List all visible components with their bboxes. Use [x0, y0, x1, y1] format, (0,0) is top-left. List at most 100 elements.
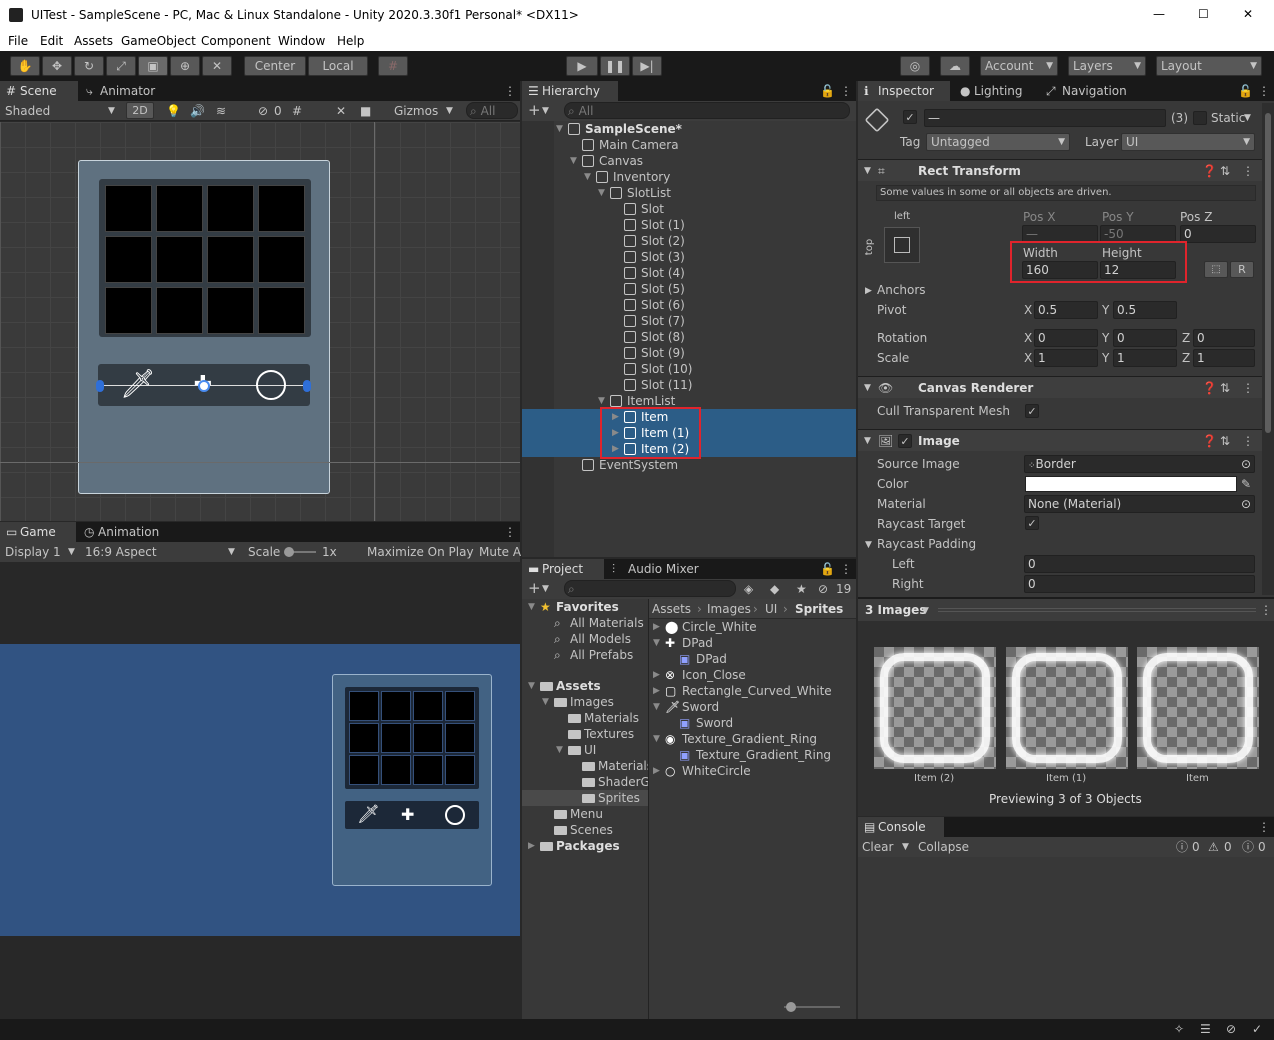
- scale-tool-button[interactable]: ⤢: [106, 56, 136, 76]
- slider-thumb[interactable]: [284, 547, 294, 557]
- project-asset-row[interactable]: ▣ Sword: [649, 715, 856, 731]
- camera-icon[interactable]: ■: [360, 103, 371, 119]
- project-folder-row[interactable]: Textures: [522, 726, 648, 742]
- project-folder-row[interactable]: ⌕ All Prefabs: [522, 647, 648, 663]
- project-folder-row[interactable]: Menu: [522, 806, 648, 822]
- project-asset-row[interactable]: ▼ ✚ DPad: [649, 635, 856, 651]
- preview-drag-bar[interactable]: [938, 608, 1256, 612]
- tab-scene[interactable]: # Scene: [0, 81, 78, 101]
- foldout-arrow-icon[interactable]: ▶: [865, 283, 872, 299]
- foldout-expanded-icon[interactable]: ▼: [542, 694, 549, 710]
- object-picker-icon[interactable]: ⊙: [1241, 456, 1251, 472]
- image-enabled-checkbox[interactable]: ✓: [898, 434, 912, 448]
- effects-toggle-icon[interactable]: ≋: [216, 103, 226, 119]
- tab-project[interactable]: ▬ Project: [522, 559, 604, 579]
- project-folder-row[interactable]: ⌕ All Materials: [522, 615, 648, 631]
- hierarchy-row[interactable]: Slot (7): [522, 313, 856, 329]
- mute-audio-toggle[interactable]: Mute A: [479, 544, 521, 560]
- hierarchy-row[interactable]: Slot (8): [522, 329, 856, 345]
- source-image-field[interactable]: ⁘Border ⊙: [1024, 455, 1255, 473]
- kebab-menu-icon[interactable]: ⋮: [1258, 819, 1270, 835]
- hierarchy-row[interactable]: Slot (11): [522, 377, 856, 393]
- preview-header-label[interactable]: 3 Images: [865, 602, 926, 618]
- gizmos-dropdown[interactable]: Gizmos: [394, 103, 438, 119]
- debug-off-icon[interactable]: ✧: [1174, 1021, 1184, 1037]
- project-folder-row[interactable]: ▼ UI: [522, 742, 648, 758]
- cache-icon[interactable]: ☰: [1200, 1021, 1211, 1037]
- foldout-expanded-icon[interactable]: ▼: [653, 731, 660, 747]
- hierarchy-row[interactable]: Slot (2): [522, 233, 856, 249]
- kebab-menu-icon[interactable]: ⋮: [504, 524, 516, 540]
- hierarchy-row[interactable]: Slot (6): [522, 297, 856, 313]
- warning-filter-icon[interactable]: ⚠: [1208, 839, 1219, 855]
- foldout-collapsed-icon[interactable]: ▶: [653, 667, 660, 683]
- hierarchy-row[interactable]: Slot: [522, 201, 856, 217]
- foldout-expanded-icon[interactable]: ▼: [570, 153, 577, 169]
- object-name-input[interactable]: —: [924, 109, 1166, 127]
- pivot-local-button[interactable]: Local: [308, 56, 368, 76]
- tab-inspector[interactable]: ℹ Inspector: [858, 81, 950, 101]
- kebab-menu-icon[interactable]: ⋮: [840, 561, 852, 577]
- project-asset-row[interactable]: ▣ DPad: [649, 651, 856, 667]
- project-search-input[interactable]: ⌕: [564, 580, 736, 597]
- pause-button[interactable]: ❚❚: [600, 56, 630, 76]
- project-folder-row[interactable]: Sprites: [522, 790, 648, 806]
- object-picker-icon[interactable]: ⊙: [1241, 496, 1251, 512]
- chevron-down-icon[interactable]: ▼: [902, 839, 909, 855]
- scale-y-field[interactable]: 1: [1113, 349, 1177, 367]
- tag-dropdown[interactable]: Untagged ▼: [926, 133, 1070, 151]
- rot-y-field[interactable]: 0: [1113, 329, 1177, 347]
- grid-snap-button[interactable]: #: [378, 56, 408, 76]
- layers-dropdown[interactable]: Layers ▼: [1068, 56, 1146, 76]
- inspector-scrollbar[interactable]: [1262, 103, 1274, 595]
- tab-animator[interactable]: ⤷ Animator: [80, 81, 170, 101]
- tools-icon[interactable]: ✕: [336, 103, 346, 119]
- project-asset-row[interactable]: ▣ Texture_Gradient_Ring: [649, 747, 856, 763]
- scale-z-field[interactable]: 1: [1193, 349, 1255, 367]
- maximize-on-play-toggle[interactable]: Maximize On Play: [367, 544, 474, 560]
- hierarchy-row[interactable]: ▼ SlotList: [522, 185, 856, 201]
- foldout-arrow-icon[interactable]: ▼: [865, 537, 872, 553]
- kebab-menu-icon[interactable]: ⋮: [1260, 602, 1272, 618]
- blueprint-mode-button[interactable]: ⬚: [1204, 261, 1228, 278]
- breadcrumb-ui[interactable]: UI: [765, 601, 777, 617]
- hierarchy-row[interactable]: Slot (4): [522, 265, 856, 281]
- lock-icon[interactable]: 🔓: [1238, 83, 1253, 99]
- pivot-handle-icon[interactable]: [198, 380, 210, 392]
- tab-animation[interactable]: ◷ Animation: [78, 522, 168, 542]
- hierarchy-search-input[interactable]: ⌕ All: [564, 102, 850, 119]
- chevron-down-icon[interactable]: ▼: [1244, 110, 1251, 126]
- image-header[interactable]: ▼ 🖼 ✓ Image ❓ ⇅ ⋮: [858, 429, 1262, 451]
- menu-help[interactable]: Help: [337, 33, 364, 49]
- project-asset-row[interactable]: ▶ ⊗ Icon_Close: [649, 667, 856, 683]
- help-icon[interactable]: ❓: [1202, 433, 1217, 449]
- project-asset-row[interactable]: ▶ ○ WhiteCircle: [649, 763, 856, 779]
- menu-assets[interactable]: Assets: [74, 33, 113, 49]
- foldout-expanded-icon[interactable]: ▼: [653, 635, 660, 651]
- menu-component[interactable]: Component: [201, 33, 271, 49]
- collapse-toggle[interactable]: Collapse: [918, 839, 969, 855]
- clear-button[interactable]: Clear: [862, 839, 893, 855]
- breadcrumb-assets[interactable]: Assets: [652, 601, 691, 617]
- padding-left-field[interactable]: 0: [1024, 555, 1255, 573]
- foldout-expanded-icon[interactable]: ▼: [528, 599, 535, 615]
- breadcrumb-sprites[interactable]: Sprites: [795, 601, 843, 617]
- project-folder-row[interactable]: ▶ Packages: [522, 838, 648, 854]
- pivot-x-field[interactable]: 0.5: [1034, 301, 1098, 319]
- menu-file[interactable]: File: [8, 33, 28, 49]
- help-icon[interactable]: ❓: [1202, 163, 1217, 179]
- foldout-expanded-icon[interactable]: ▼: [556, 742, 563, 758]
- foldout-expanded-icon[interactable]: ▼: [556, 121, 563, 137]
- tab-hierarchy[interactable]: ☰ Hierarchy: [522, 81, 618, 101]
- pivot-y-field[interactable]: 0.5: [1113, 301, 1177, 319]
- tab-navigation[interactable]: ⤢ Navigation: [1042, 81, 1142, 101]
- minimize-button[interactable]: —: [1153, 6, 1165, 22]
- pivot-center-button[interactable]: Center: [244, 56, 306, 76]
- hierarchy-row[interactable]: EventSystem: [522, 457, 856, 473]
- hierarchy-row[interactable]: ▼ Canvas: [522, 153, 856, 169]
- kebab-menu-icon[interactable]: ⋮: [1258, 83, 1270, 99]
- project-folder-row[interactable]: Materials: [522, 758, 648, 774]
- aspect-dropdown[interactable]: 16:9 Aspect: [85, 544, 157, 560]
- project-folder-row[interactable]: ▼ Images: [522, 694, 648, 710]
- layer-dropdown[interactable]: UI ▼: [1121, 133, 1255, 151]
